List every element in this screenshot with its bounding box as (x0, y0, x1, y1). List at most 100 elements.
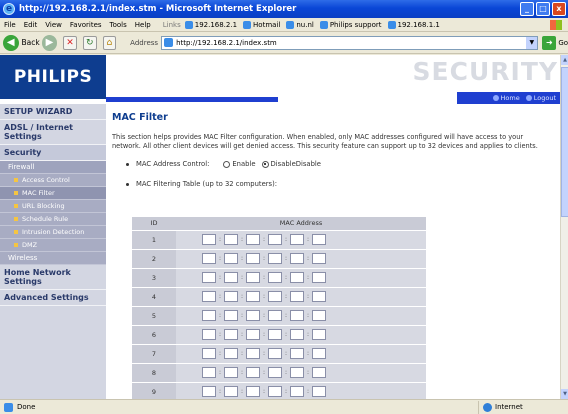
address-dropdown-icon[interactable]: ▼ (526, 36, 538, 49)
link-hotmail[interactable]: Hotmail (243, 20, 280, 29)
mac-octet-input[interactable] (202, 272, 216, 283)
mac-octet-input[interactable] (268, 234, 282, 245)
sidebar-item-intrusion-detection[interactable]: Intrusion Detection (0, 226, 106, 239)
mac-octet-input[interactable] (202, 348, 216, 359)
go-button[interactable]: ➜ Go (542, 35, 568, 50)
mac-octet-input[interactable] (202, 329, 216, 340)
mac-octet-input[interactable] (202, 253, 216, 264)
mac-octet-input[interactable] (268, 329, 282, 340)
mac-octet-input[interactable] (246, 310, 260, 321)
link-nu[interactable]: nu.nl (286, 20, 314, 29)
mac-octet-input[interactable] (312, 291, 326, 302)
home-icon[interactable]: ⌂ (102, 35, 117, 50)
mac-octet-input[interactable] (202, 386, 216, 397)
page-description: This section helps provides MAC Filter c… (112, 133, 538, 150)
scroll-down-icon[interactable]: ▼ (561, 389, 568, 399)
address-bar[interactable]: http://192.168.2.1/index.stm ▼ (161, 35, 539, 50)
sidebar-item-url-blocking[interactable]: URL Blocking (0, 200, 106, 213)
mac-octet-input[interactable] (246, 291, 260, 302)
mac-octet-input[interactable] (268, 348, 282, 359)
mac-octet-input[interactable] (290, 367, 304, 378)
mac-octet-input[interactable] (290, 253, 304, 264)
mac-octet-input[interactable] (290, 329, 304, 340)
mac-octet-input[interactable] (312, 367, 326, 378)
sidebar-item-home-network[interactable]: Home Network Settings (0, 265, 106, 290)
link-router[interactable]: 192.168.2.1 (184, 20, 237, 29)
vertical-scrollbar[interactable]: ▲ ▼ (560, 55, 568, 399)
mac-octet-input[interactable] (290, 234, 304, 245)
home-link[interactable]: Home (492, 94, 520, 102)
mac-octet-input[interactable] (312, 386, 326, 397)
sidebar-item-setup-wizard[interactable]: SETUP WIZARD (0, 104, 106, 120)
menu-help[interactable]: Help (135, 21, 151, 29)
mac-octet-input[interactable] (224, 234, 238, 245)
mac-octet-input[interactable] (268, 310, 282, 321)
sidebar-item-schedule-rule[interactable]: Schedule Rule (0, 213, 106, 226)
mac-octet-input[interactable] (268, 291, 282, 302)
mac-octet-input[interactable] (246, 367, 260, 378)
mac-octet-input[interactable] (268, 253, 282, 264)
sidebar-item-firewall[interactable]: Firewall (0, 161, 106, 174)
enable-radio[interactable]: Enable (223, 160, 256, 168)
forward-arrow-icon[interactable]: ▶ (41, 34, 58, 51)
mac-octet-input[interactable] (312, 329, 326, 340)
link-router-alt[interactable]: 192.168.1.1 (387, 20, 440, 29)
mac-octet-input[interactable] (312, 253, 326, 264)
menu-tools[interactable]: Tools (110, 21, 127, 29)
stop-icon[interactable]: ✕ (63, 35, 77, 50)
mac-octet-input[interactable] (202, 291, 216, 302)
mac-octet-input[interactable] (202, 234, 216, 245)
refresh-icon[interactable]: ↻ (82, 35, 97, 50)
mac-octet-input[interactable] (246, 272, 260, 283)
mac-octet-input[interactable] (246, 329, 260, 340)
mac-octet-input[interactable] (224, 291, 238, 302)
scroll-up-icon[interactable]: ▲ (561, 55, 568, 65)
mac-octet-input[interactable] (268, 386, 282, 397)
menu-file[interactable]: File (4, 21, 16, 29)
mac-octet-input[interactable] (290, 386, 304, 397)
menu-favorites[interactable]: Favorites (70, 21, 102, 29)
logout-link[interactable]: Logout (525, 94, 556, 102)
mac-octet-input[interactable] (202, 367, 216, 378)
mac-octet-input[interactable] (246, 234, 260, 245)
mac-octet-input[interactable] (224, 310, 238, 321)
mac-octet-input[interactable] (312, 348, 326, 359)
mac-octet-input[interactable] (224, 367, 238, 378)
mac-octet-input[interactable] (224, 329, 238, 340)
mac-octet-input[interactable] (224, 253, 238, 264)
mac-octet-input[interactable] (290, 291, 304, 302)
mac-octet-input[interactable] (290, 310, 304, 321)
mac-octet-input[interactable] (268, 367, 282, 378)
link-philips-support[interactable]: Philips support (319, 20, 382, 29)
mac-octet-input[interactable] (290, 272, 304, 283)
sidebar-item-mac-filter[interactable]: MAC Filter (0, 187, 106, 200)
scrollbar-thumb[interactable] (561, 67, 568, 217)
mac-octet-input[interactable] (290, 348, 304, 359)
sidebar-item-adsl[interactable]: ADSL / Internet Settings (0, 120, 106, 145)
minimize-button[interactable]: _ (520, 2, 534, 16)
mac-octet-input[interactable] (246, 348, 260, 359)
mac-octet-input[interactable] (224, 272, 238, 283)
mac-octet-input[interactable] (246, 253, 260, 264)
page-icon (243, 20, 252, 29)
back-arrow-icon[interactable]: ◀ (3, 34, 19, 51)
mac-octet-input[interactable] (268, 272, 282, 283)
mac-octet-input[interactable] (312, 234, 326, 245)
sidebar-item-access-control[interactable]: Access Control (0, 174, 106, 187)
sidebar-item-advanced[interactable]: Advanced Settings (0, 290, 106, 306)
mac-octet-input[interactable] (246, 386, 260, 397)
mac-octet-input[interactable] (224, 348, 238, 359)
mac-octet-input[interactable] (312, 310, 326, 321)
close-button[interactable]: x (552, 2, 566, 16)
sidebar-item-wireless[interactable]: Wireless (0, 252, 106, 265)
mac-octet-input[interactable] (202, 310, 216, 321)
menu-view[interactable]: View (45, 21, 62, 29)
menu-edit[interactable]: Edit (24, 21, 38, 29)
sidebar-item-dmz[interactable]: DMZ (0, 239, 106, 252)
maximize-button[interactable]: □ (536, 2, 550, 16)
sidebar-item-security[interactable]: Security (0, 145, 106, 161)
mac-octet-input[interactable] (224, 386, 238, 397)
back-button-label[interactable]: Back (22, 38, 40, 47)
disable-radio[interactable]: DisableDisable (261, 160, 321, 168)
mac-octet-input[interactable] (312, 272, 326, 283)
